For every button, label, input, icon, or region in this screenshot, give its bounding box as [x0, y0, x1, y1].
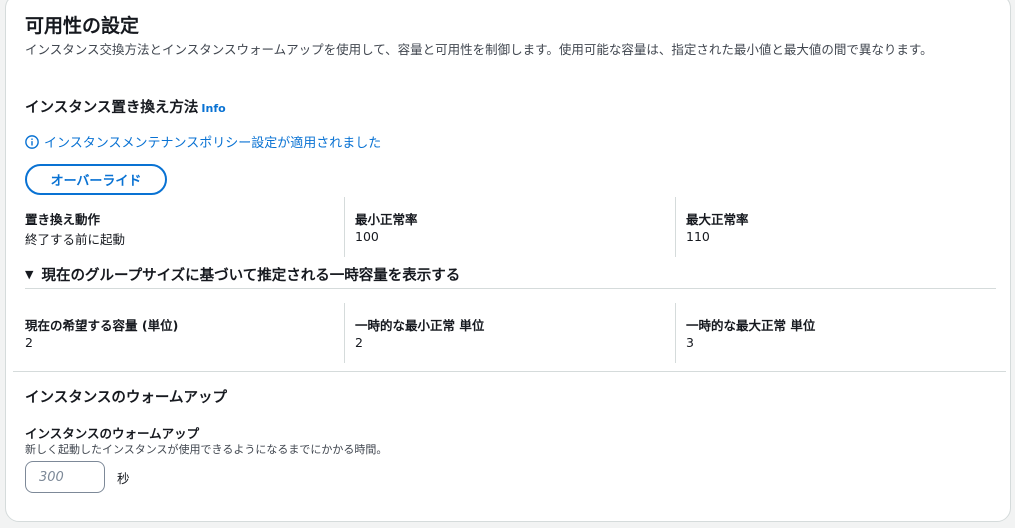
- column-divider: [675, 197, 676, 257]
- info-link[interactable]: Info: [201, 102, 225, 115]
- max-healthy-label: 最大正常率: [686, 212, 749, 227]
- override-button[interactable]: オーバーライド: [25, 164, 167, 195]
- column-divider: [344, 303, 345, 363]
- desired-capacity-value: 2: [25, 335, 33, 350]
- policy-notice: インスタンスメンテナンスポリシー設定が適用されました: [25, 132, 381, 151]
- max-healthy-value: 110: [686, 229, 710, 244]
- desired-capacity-label: 現在の希望する容量 (単位): [25, 318, 179, 333]
- warmup-field-description: 新しく起動したインスタンスが使用できるようになるまでにかかる時間。: [25, 443, 388, 456]
- warmup-field-label: インスタンスのウォームアップ: [25, 426, 200, 441]
- section-title: 可用性の設定: [25, 15, 140, 37]
- section-description: インスタンス交換方法とインスタンスウォームアップを使用して、容量と可用性を制御し…: [25, 42, 933, 57]
- min-healthy-value: 100: [355, 229, 379, 244]
- replacement-heading-row: インスタンス置き換え方法 Info: [25, 96, 226, 117]
- seconds-unit-label: 秒: [117, 471, 130, 486]
- replacement-behavior-label: 置き換え動作: [25, 212, 101, 227]
- warmup-seconds-input[interactable]: 300: [25, 461, 105, 493]
- column-divider: [344, 197, 345, 257]
- expander-divider: [25, 288, 996, 289]
- replacement-behavior-value: 終了する前に起動: [25, 232, 126, 247]
- policy-notice-text: インスタンスメンテナンスポリシー設定が適用されました: [44, 136, 382, 151]
- temp-max-healthy-label: 一時的な最大正常 単位: [686, 318, 816, 333]
- replacement-heading: インスタンス置き換え方法: [25, 100, 199, 116]
- temp-min-healthy-label: 一時的な最小正常 単位: [355, 318, 485, 333]
- info-circle-icon: [25, 134, 39, 149]
- column-divider: [675, 303, 676, 363]
- warmup-heading: インスタンスのウォームアップ: [25, 390, 227, 406]
- temp-min-healthy-value: 2: [355, 335, 363, 350]
- min-healthy-label: 最小正常率: [355, 212, 418, 227]
- caret-down-icon: ▼: [25, 268, 34, 281]
- temp-max-healthy-value: 3: [686, 335, 694, 350]
- section-divider: [13, 371, 1006, 372]
- estimate-toggle-label: 現在のグループサイズに基づいて推定される一時容量を表示する: [41, 268, 461, 284]
- estimate-expander[interactable]: ▼ 現在のグループサイズに基づいて推定される一時容量を表示する: [25, 264, 460, 285]
